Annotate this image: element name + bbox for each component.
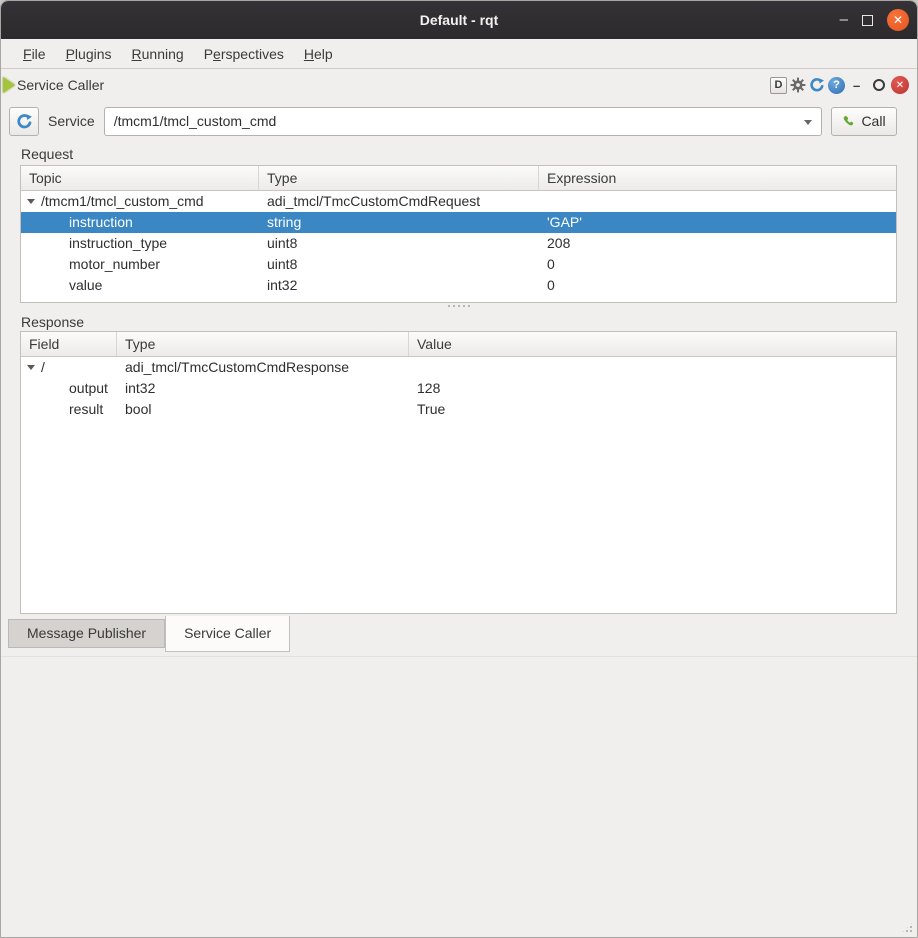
request-table: Topic Type Expression /tmcm1/tmcl_custom… — [20, 165, 897, 303]
menu-file[interactable]: File — [13, 42, 56, 66]
col-field[interactable]: Field — [21, 332, 117, 356]
menu-help[interactable]: Help — [294, 42, 343, 66]
service-input[interactable] — [105, 108, 821, 135]
refresh-services-button[interactable] — [9, 107, 39, 136]
chevron-down-icon[interactable] — [804, 120, 812, 125]
col-type[interactable]: Type — [259, 166, 539, 190]
close-window-icon[interactable]: ✕ — [887, 9, 909, 31]
table-row-root[interactable]: / adi_tmcl/TmcCustomCmdResponse — [21, 357, 896, 378]
dock-d-button[interactable]: D — [770, 77, 787, 94]
table-row-value[interactable]: value int32 0 — [21, 275, 896, 296]
plugin-title: Service Caller — [17, 77, 104, 93]
refresh-icon — [16, 113, 33, 130]
table-row-output[interactable]: output int32 128 — [21, 378, 896, 399]
table-row-result[interactable]: result bool True — [21, 399, 896, 420]
col-expression[interactable]: Expression — [539, 166, 896, 190]
table-row-motor-number[interactable]: motor_number uint8 0 — [21, 254, 896, 275]
os-titlebar[interactable]: Default - rqt – ✕ — [1, 1, 917, 39]
response-table: Field Type Value / adi_tmcl/TmcCustomCmd… — [20, 331, 897, 614]
service-row: Service Call — [1, 101, 917, 141]
service-label: Service — [48, 113, 95, 129]
splitter-dots-icon — [446, 304, 472, 308]
menu-running[interactable]: Running — [122, 42, 194, 66]
menubar: File Plugins Running Perspectives Help — [1, 39, 917, 69]
response-section-label: Response — [1, 309, 917, 331]
window-title: Default - rqt — [1, 12, 917, 28]
tab-message-publisher[interactable]: Message Publisher — [8, 619, 165, 648]
col-topic[interactable]: Topic — [21, 166, 259, 190]
statusbar — [1, 656, 917, 938]
service-combobox[interactable] — [104, 107, 822, 136]
reload-plugin-icon[interactable] — [809, 77, 825, 93]
expander-icon[interactable] — [27, 199, 35, 204]
call-button[interactable]: Call — [831, 107, 897, 136]
expander-icon[interactable] — [27, 365, 35, 370]
request-table-header: Topic Type Expression — [21, 166, 896, 191]
col-type[interactable]: Type — [117, 332, 409, 356]
col-value[interactable]: Value — [409, 332, 896, 356]
window-controls: – ✕ — [840, 1, 909, 39]
play-triangle-icon — [3, 77, 15, 93]
help-icon[interactable]: ? — [828, 77, 845, 94]
response-table-header: Field Type Value — [21, 332, 896, 357]
dock-minimize-icon[interactable]: – — [853, 78, 867, 93]
request-section-label: Request — [1, 141, 917, 165]
resize-grip-icon[interactable] — [901, 921, 914, 934]
dock-float-icon[interactable] — [873, 79, 885, 91]
minimize-window-icon[interactable]: – — [840, 15, 848, 25]
table-row-root[interactable]: /tmcm1/tmcl_custom_cmd adi_tmcl/TmcCusto… — [21, 191, 896, 212]
plugin-titlebar: Service Caller D — [1, 69, 917, 101]
table-row-instruction-type[interactable]: instruction_type uint8 208 — [21, 233, 896, 254]
dock-close-icon[interactable]: ✕ — [891, 76, 909, 94]
call-button-label: Call — [861, 113, 885, 129]
settings-gear-icon[interactable] — [790, 77, 806, 93]
menu-perspectives[interactable]: Perspectives — [194, 42, 294, 66]
rqt-window: Default - rqt – ✕ File Plugins Running P… — [0, 0, 918, 938]
phone-icon — [842, 114, 856, 128]
plugin-tabbar: Message Publisher Service Caller — [1, 614, 917, 656]
menu-plugins[interactable]: Plugins — [56, 42, 122, 66]
tab-service-caller[interactable]: Service Caller — [165, 616, 290, 652]
table-row-instruction[interactable]: instruction string 'GAP' — [21, 212, 896, 233]
maximize-window-icon[interactable] — [862, 15, 873, 26]
